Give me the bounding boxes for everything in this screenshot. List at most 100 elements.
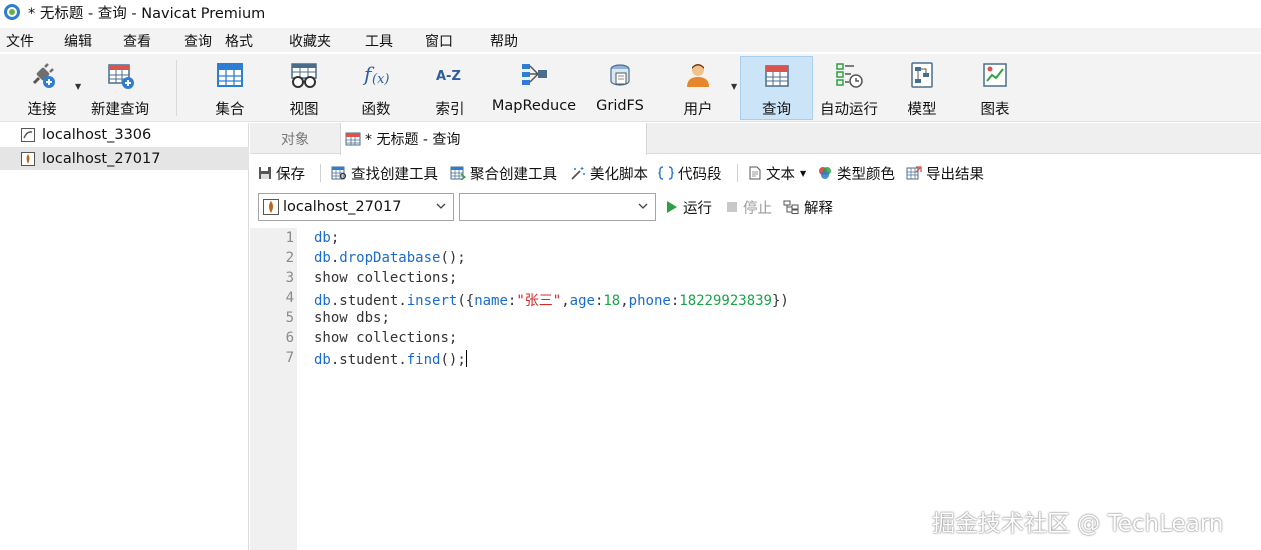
index-button[interactable]: A-Z 索引 [428, 56, 472, 120]
collection-label: 集合 [215, 102, 245, 118]
aggregate-builder-label: 聚合创建工具 [470, 166, 557, 183]
tab-objects[interactable]: 对象 [250, 123, 340, 154]
menu-favorites[interactable]: 收藏夹 [289, 31, 331, 51]
export-icon [906, 166, 922, 180]
type-color-label: 类型颜色 [837, 166, 895, 183]
automation-button[interactable]: 自动运行 [818, 56, 880, 120]
mapreduce-button[interactable]: MapReduce [489, 56, 579, 120]
connect-button[interactable]: 连接 [18, 56, 66, 120]
code-editor[interactable]: 1 2 3 4 5 6 7 db; db.dropDatabase(); sho… [250, 228, 1261, 550]
stop-button[interactable]: 停止 [726, 197, 772, 217]
mongodb-connection-icon [20, 151, 36, 167]
aggregate-builder-button[interactable]: 聚合创建工具 [450, 163, 557, 183]
code-line[interactable]: show collections; [314, 330, 457, 346]
gridfs-button[interactable]: GridFS [594, 56, 646, 120]
user-button[interactable]: 用户 [676, 56, 720, 120]
menu-view[interactable]: 查看 [123, 31, 151, 51]
code-line[interactable]: db.student.find(); [314, 350, 467, 368]
title-bar: * 无标题 - 查询 - Navicat Premium [0, 0, 1261, 24]
find-builder-button[interactable]: 查找创建工具 [331, 163, 438, 183]
type-color-button[interactable]: 类型颜色 [817, 163, 895, 183]
line-number: 6 [285, 330, 294, 346]
view-label: 视图 [289, 102, 319, 118]
menu-tools[interactable]: 工具 [365, 31, 393, 51]
plug-icon [27, 56, 57, 94]
connection-sidebar: localhost_3306 localhost_27017 [0, 123, 249, 550]
run-button[interactable]: 运行 [666, 197, 712, 217]
connection-item-localhost-27017[interactable]: localhost_27017 [0, 147, 249, 170]
chart-label: 图表 [980, 102, 1010, 118]
model-label: 模型 [907, 102, 937, 118]
connect-dropdown-icon[interactable]: ▼ [75, 82, 81, 91]
query-table-icon [763, 57, 791, 94]
main-toolbar: 连接 ▼ 新建查询 集合 视图 f (x) 函数 A-Z 索引 MapReduc… [0, 54, 1261, 122]
user-dropdown-icon[interactable]: ▼ [731, 82, 737, 91]
code-line[interactable]: show dbs; [314, 310, 390, 326]
code-line[interactable]: show collections; [314, 270, 457, 286]
explain-button[interactable]: 解释 [783, 197, 833, 217]
model-icon [908, 56, 936, 94]
export-results-label: 导出结果 [926, 166, 984, 183]
menu-window[interactable]: 窗口 [425, 31, 453, 51]
collection-button[interactable]: 集合 [208, 56, 252, 120]
connection-item-localhost-3306[interactable]: localhost_3306 [0, 123, 249, 146]
text-dropdown-icon[interactable]: ▼ [800, 169, 806, 178]
menu-format[interactable]: 格式 [225, 31, 253, 51]
beautify-label: 美化脚本 [590, 166, 648, 183]
gridfs-icon [606, 56, 634, 94]
code-line[interactable]: db.student.insert({name:"张三",age:18,phon… [314, 290, 789, 310]
play-icon [666, 200, 678, 214]
run-label: 运行 [683, 200, 712, 217]
view-glasses-icon [289, 56, 319, 94]
snippet-button[interactable]: 代码段 [658, 163, 722, 183]
query-button[interactable]: 查询 [740, 56, 813, 120]
code-line[interactable]: db; [314, 230, 339, 246]
database-select[interactable] [459, 193, 656, 221]
beautify-button[interactable]: 美化脚本 [570, 163, 648, 183]
text-label: 文本 [766, 166, 795, 183]
view-button[interactable]: 视图 [282, 56, 326, 120]
line-number: 3 [285, 270, 294, 286]
function-button[interactable]: f (x) 函数 [354, 56, 398, 120]
stop-label: 停止 [743, 200, 772, 217]
new-query-label: 新建查询 [91, 102, 149, 118]
index-label: 索引 [435, 102, 465, 118]
table-icon [216, 56, 244, 94]
function-icon: f (x) [360, 56, 392, 94]
text-button[interactable]: 文本 ▼ [748, 163, 806, 183]
run-bar: localhost_27017 运行 停止 解释 [250, 190, 1261, 224]
stop-icon [726, 201, 738, 213]
save-label: 保存 [276, 166, 305, 183]
menu-query[interactable]: 查询 [184, 31, 212, 51]
line-number: 4 [285, 290, 294, 306]
user-icon [684, 56, 712, 94]
save-button[interactable]: 保存 [258, 163, 305, 183]
mysql-connection-icon [20, 127, 36, 143]
menu-edit[interactable]: 编辑 [64, 31, 92, 51]
svg-text:(x): (x) [372, 72, 389, 87]
explain-tree-icon [783, 200, 799, 214]
model-button[interactable]: 模型 [900, 56, 944, 120]
gridfs-label: GridFS [596, 98, 644, 114]
query-tab-icon [345, 131, 361, 147]
new-query-button[interactable]: 新建查询 [88, 56, 152, 120]
chart-icon [981, 56, 1009, 94]
user-label: 用户 [683, 102, 713, 118]
tab-query[interactable]: * 无标题 - 查询 [340, 123, 647, 155]
automation-label: 自动运行 [820, 102, 878, 118]
aggregate-builder-icon [450, 166, 466, 180]
function-label: 函数 [361, 102, 391, 118]
tab-bar: 对象 * 无标题 - 查询 [250, 123, 1261, 155]
connection-label: localhost_3306 [42, 126, 152, 143]
chart-button[interactable]: 图表 [973, 56, 1017, 120]
tab-query-label: * 无标题 - 查询 [365, 132, 461, 148]
menu-file[interactable]: 文件 [6, 31, 34, 51]
chevron-down-icon [637, 200, 649, 212]
find-builder-label: 查找创建工具 [351, 166, 438, 183]
connection-select[interactable]: localhost_27017 [258, 193, 454, 221]
code-line[interactable]: db.dropDatabase(); [314, 250, 466, 266]
menu-help[interactable]: 帮助 [490, 31, 518, 51]
watermark: 掘金技术社区 @ TechLearn [932, 511, 1224, 537]
mongodb-connection-icon [263, 199, 279, 215]
export-results-button[interactable]: 导出结果 [906, 163, 984, 183]
